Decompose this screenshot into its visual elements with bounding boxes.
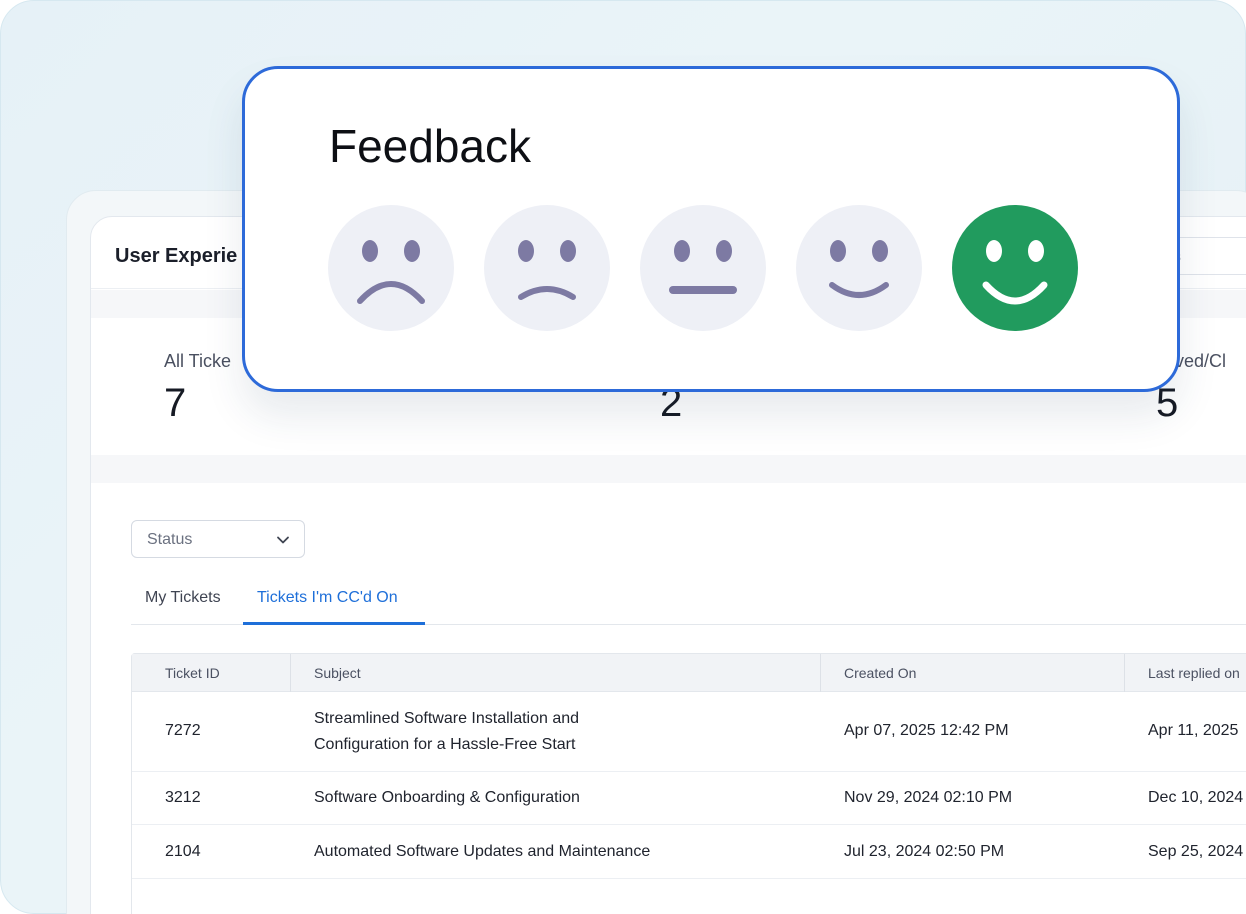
column-separator xyxy=(1124,654,1125,692)
divider-band xyxy=(91,455,1246,483)
column-separator xyxy=(820,654,821,692)
smile-face-icon xyxy=(829,240,889,298)
smile-face-button[interactable] xyxy=(796,205,922,331)
column-separator xyxy=(290,654,291,692)
created-on-cell: Apr 07, 2025 12:42 PM xyxy=(844,722,1009,739)
subject-line: Streamlined Software Installation and xyxy=(314,710,580,727)
last-replied-cell: Apr 11, 2025 xyxy=(1148,722,1239,739)
ticket-id-cell: 3212 xyxy=(165,789,201,806)
feedback-title: Feedback xyxy=(329,120,532,172)
status-filter-select[interactable]: Status xyxy=(131,520,305,558)
very-sad-face-icon xyxy=(357,240,425,304)
stat-value-all-tickets: 7 xyxy=(164,381,187,425)
active-tab-indicator xyxy=(243,622,425,625)
subject-line: Configuration for a Hassle-Free Start xyxy=(314,736,576,753)
table-header: Ticket ID Subject Created On Last replie… xyxy=(132,654,1246,692)
page-title: User Experie xyxy=(115,245,238,267)
ticket-id-cell: 7272 xyxy=(165,722,201,739)
neutral-face-button[interactable] xyxy=(640,205,766,331)
table-row[interactable]: 3212 Software Onboarding & Configuration… xyxy=(132,772,1246,825)
very-sad-face-button[interactable] xyxy=(328,205,454,331)
last-replied-cell: Dec 10, 2024 xyxy=(1148,789,1244,806)
column-header-created-on[interactable]: Created On xyxy=(844,665,916,681)
table-empty-space xyxy=(132,879,1246,914)
created-on-cell: Jul 23, 2024 02:50 PM xyxy=(844,843,1005,860)
column-header-ticket-id[interactable]: Ticket ID xyxy=(165,665,220,681)
neutral-face-icon xyxy=(669,240,737,294)
column-header-last-replied[interactable]: Last replied on xyxy=(1148,665,1240,681)
happy-face-button[interactable] xyxy=(952,205,1078,331)
stat-label-all-tickets: All Ticke xyxy=(164,351,232,371)
subject-cell: Automated Software Updates and Maintenan… xyxy=(314,843,651,860)
sad-face-icon xyxy=(518,240,576,300)
created-on-cell: Nov 29, 2024 02:10 PM xyxy=(844,789,1013,806)
tab-my-tickets[interactable]: My Tickets xyxy=(145,589,221,625)
chevron-down-icon xyxy=(277,536,289,544)
subject-cell: Streamlined Software Installation and Co… xyxy=(314,706,579,758)
sad-face-button[interactable] xyxy=(484,205,610,331)
column-header-subject[interactable]: Subject xyxy=(314,665,361,681)
tickets-table: Ticket ID Subject Created On Last replie… xyxy=(131,653,1246,914)
feedback-modal: Feedback xyxy=(242,66,1180,392)
ticket-id-cell: 2104 xyxy=(165,843,201,860)
status-filter-label: Status xyxy=(147,531,193,548)
table-row[interactable]: 2104 Automated Software Updates and Main… xyxy=(132,825,1246,879)
ticket-tabs: My Tickets Tickets I'm CC'd On xyxy=(131,577,1246,625)
tab-cc-tickets[interactable]: Tickets I'm CC'd On xyxy=(257,589,398,625)
happy-face-icon xyxy=(982,240,1048,305)
subject-cell: Software Onboarding & Configuration xyxy=(314,789,580,806)
table-row[interactable]: 7272 Streamlined Software Installation a… xyxy=(132,692,1246,772)
last-replied-cell: Sep 25, 2024 xyxy=(1148,843,1244,860)
